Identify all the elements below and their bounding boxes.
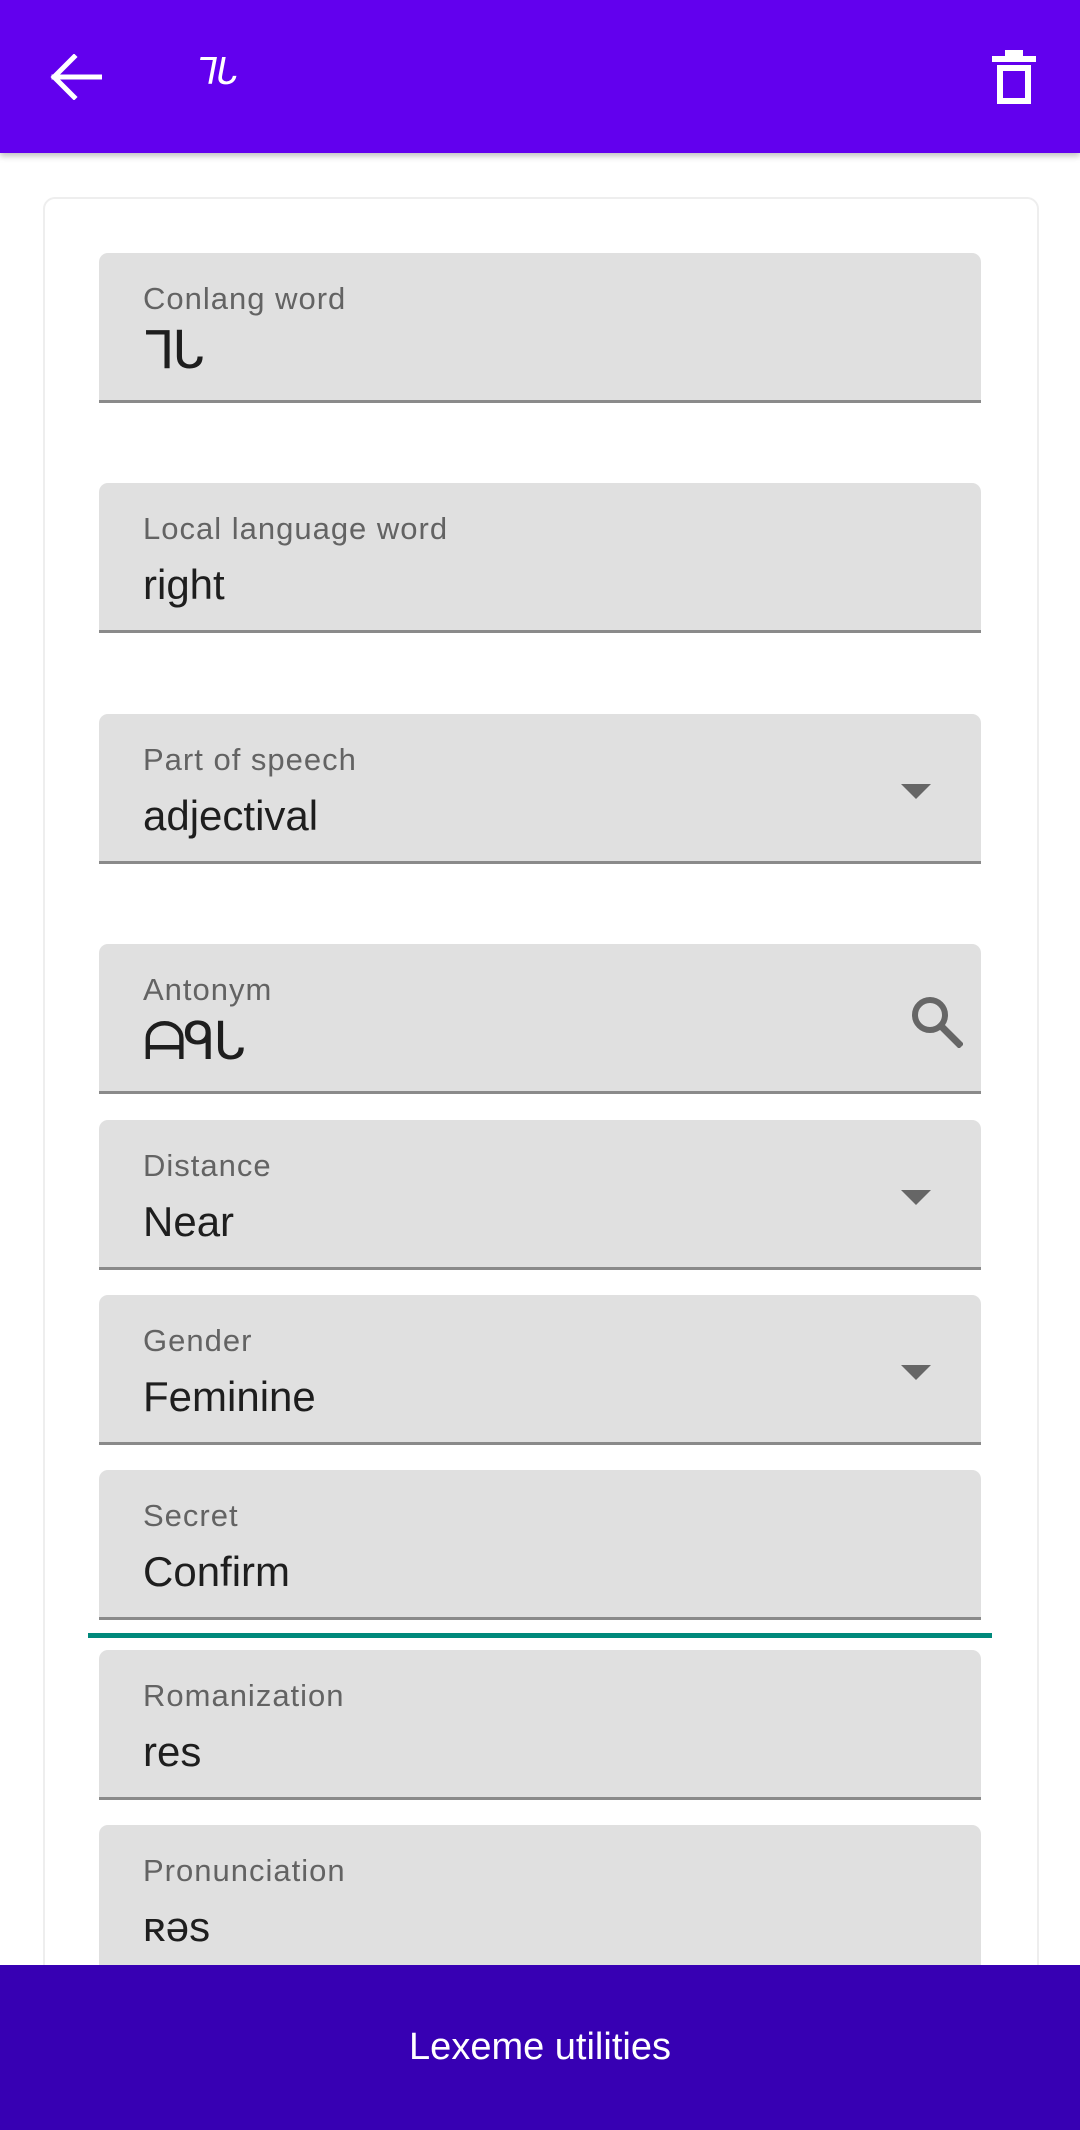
part-of-speech-label: Part of speech [143, 742, 357, 777]
search-icon[interactable] [909, 994, 963, 1048]
dropdown-arrow-icon[interactable] [901, 784, 931, 799]
conlang-word-value: ᒣᒐ [143, 321, 204, 381]
app-bar: ᒣᒐ [0, 0, 1080, 153]
secret-label: Secret [143, 1498, 239, 1533]
distance-label: Distance [143, 1148, 272, 1183]
pronunciation-label: Pronunciation [143, 1853, 346, 1888]
lexeme-utilities-button[interactable]: Lexeme utilities [0, 1965, 1080, 2130]
distance-select[interactable]: Distance Near [99, 1120, 981, 1270]
local-word-label: Local language word [143, 511, 449, 546]
gender-select[interactable]: Gender Feminine [99, 1295, 981, 1445]
antonym-field[interactable]: Antonym ᗩᑫᒐ [99, 944, 981, 1094]
distance-value: Near [143, 1198, 235, 1245]
focus-indicator [88, 1633, 992, 1638]
arrow-back-icon[interactable] [50, 54, 102, 100]
dropdown-arrow-icon[interactable] [901, 1190, 931, 1205]
page-title: ᒣᒐ [196, 52, 239, 93]
secret-field[interactable]: Secret Confirm [99, 1470, 981, 1620]
lexeme-utilities-label: Lexeme utilities [409, 2026, 671, 2068]
romanization-field[interactable]: Romanization res [99, 1650, 981, 1800]
secret-value: Confirm [143, 1548, 291, 1595]
antonym-value: ᗩᑫᒐ [143, 1012, 246, 1072]
pronunciation-field[interactable]: Pronunciation ʀəs [99, 1825, 981, 1975]
trash-icon[interactable] [992, 50, 1036, 104]
pronunciation-value: ʀəs [143, 1903, 211, 1950]
conlang-word-label: Conlang word [143, 281, 347, 316]
gender-value: Feminine [143, 1373, 316, 1420]
part-of-speech-value: adjectival [143, 792, 319, 839]
antonym-label: Antonym [143, 972, 273, 1007]
conlang-word-field[interactable]: Conlang word ᒣᒐ [99, 253, 981, 403]
local-word-field[interactable]: Local language word right [99, 483, 981, 633]
part-of-speech-select[interactable]: Part of speech adjectival [99, 714, 981, 864]
dropdown-arrow-icon[interactable] [901, 1365, 931, 1380]
gender-label: Gender [143, 1323, 253, 1358]
local-word-value: right [143, 561, 225, 608]
romanization-value: res [143, 1728, 202, 1775]
romanization-label: Romanization [143, 1678, 345, 1713]
